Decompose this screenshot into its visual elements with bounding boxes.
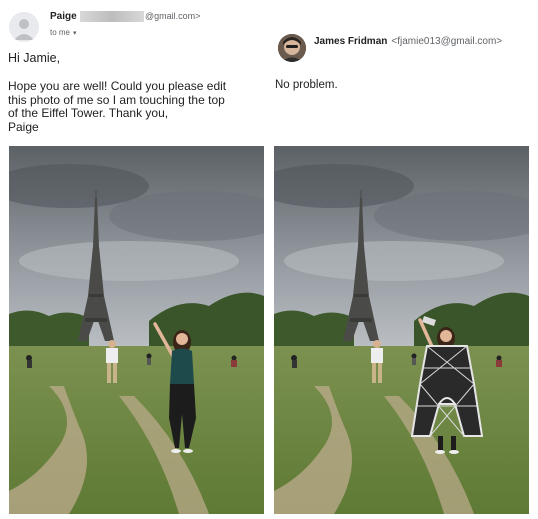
message-body: Hope you are well! Could you please edit… xyxy=(8,79,227,134)
edited-photo xyxy=(274,146,529,514)
recipient-line[interactable]: to me ▾ xyxy=(50,28,77,37)
recipient-label: to me xyxy=(50,28,71,37)
reply-body: No problem. xyxy=(275,79,338,91)
reply-sender[interactable]: James Fridman <fjamie013@gmail.com> xyxy=(314,36,502,47)
eiffel-tower-photo xyxy=(9,146,264,514)
sender-email: @gmail.com> xyxy=(145,11,201,21)
reply-sender-email: <fjamie013@gmail.com> xyxy=(391,36,503,47)
eiffel-tower-costume-photo xyxy=(274,146,529,514)
sender-name[interactable]: Paige xyxy=(50,11,77,22)
chevron-down-icon[interactable]: ▾ xyxy=(73,30,77,37)
message-greeting: Hi Jamie, xyxy=(8,51,61,65)
reply-avatar xyxy=(278,34,306,62)
default-avatar-icon xyxy=(9,12,39,42)
redacted-email xyxy=(80,11,144,22)
reply-sender-name: James Fridman xyxy=(314,36,388,47)
original-photo xyxy=(9,146,264,514)
